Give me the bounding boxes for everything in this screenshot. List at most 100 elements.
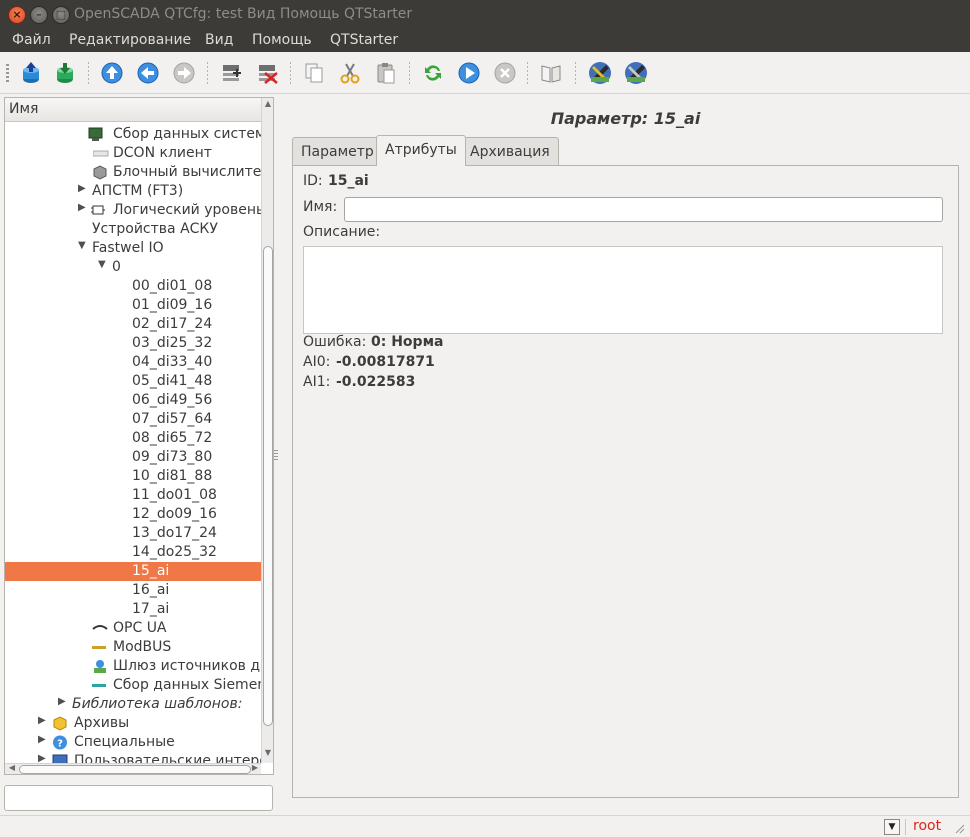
tree-item-controller-0[interactable]: ▼ 0: [5, 258, 261, 277]
menu-bar: Файл Редактирование Вид Помощь QTStarter: [0, 30, 970, 52]
resize-grip-icon[interactable]: [953, 819, 965, 835]
window-close-button[interactable]: ×: [8, 6, 26, 24]
tree-item-param[interactable]: 16_ai: [5, 581, 261, 600]
tool-2-button[interactable]: [623, 60, 649, 86]
status-dropdown-button[interactable]: ▼: [884, 819, 900, 835]
tree-item-gateway[interactable]: Шлюз источников да: [5, 657, 261, 676]
tree-item-param[interactable]: 07_di57_64: [5, 410, 261, 429]
window-minimize-button[interactable]: –: [30, 6, 48, 24]
tab-parameter[interactable]: Параметр: [292, 137, 383, 165]
tree-item-specials[interactable]: ▶ ? Специальные: [5, 733, 261, 752]
tree-horizontal-scrollbar[interactable]: ◀ ▶: [5, 763, 261, 774]
tree-item-modbus[interactable]: ModBUS: [5, 638, 261, 657]
manual-button[interactable]: [538, 60, 564, 86]
tab-archiving[interactable]: Архивация: [461, 137, 559, 165]
tree-item-label: Пользовательские интерф: [74, 753, 261, 763]
tree-item-label: Архивы: [74, 715, 130, 731]
tree-item-param[interactable]: 01_di09_16: [5, 296, 261, 315]
tree-item-label: DCON клиент: [113, 145, 212, 161]
tree-item-archives[interactable]: ▶ Архивы: [5, 714, 261, 733]
scroll-left-icon[interactable]: ◀: [6, 763, 18, 772]
tab-attributes[interactable]: Атрибуты: [376, 135, 466, 166]
tree-item-param[interactable]: 00_di01_08: [5, 277, 261, 296]
window-maximize-button[interactable]: □: [52, 6, 70, 24]
tree-item-param[interactable]: 04_di33_40: [5, 353, 261, 372]
tree-item-param[interactable]: 09_di73_80: [5, 448, 261, 467]
error-label: Ошибка:: [303, 334, 367, 350]
tree-item-param[interactable]: 10_di81_88: [5, 467, 261, 486]
tree-item-param[interactable]: 02_di17_24: [5, 315, 261, 334]
minimize-icon: –: [36, 8, 42, 21]
tree-item-param[interactable]: 12_do09_16: [5, 505, 261, 524]
expand-arrow-icon[interactable]: ▶: [38, 715, 46, 726]
db-load-button[interactable]: [18, 60, 44, 86]
expand-arrow-icon[interactable]: ▶: [38, 734, 46, 745]
paste-button[interactable]: [373, 60, 399, 86]
tree-item-param[interactable]: 17_ai: [5, 600, 261, 619]
tree-item-opc-ua[interactable]: OPC UA: [5, 619, 261, 638]
menu-help[interactable]: Помощь: [252, 32, 312, 48]
description-field[interactable]: [303, 246, 943, 334]
status-user[interactable]: root: [913, 818, 941, 834]
menu-view[interactable]: Вид: [205, 32, 233, 48]
expand-arrow-icon[interactable]: ▶: [58, 696, 66, 707]
tree-item-param[interactable]: 03_di25_32: [5, 334, 261, 353]
start-button[interactable]: [456, 60, 482, 86]
tree-item-template-library[interactable]: ▶ Библиотека шаблонов:: [5, 695, 261, 714]
scroll-up-icon[interactable]: ▲: [263, 99, 273, 113]
tree-item-param[interactable]: 06_di49_56: [5, 391, 261, 410]
toolbar-separator: [527, 62, 528, 84]
tree-item-label: АПСТМ (FT3): [92, 183, 184, 199]
tree-item-asku-devices[interactable]: Устройства АСКУ: [5, 220, 261, 239]
scrollbar-thumb[interactable]: [263, 246, 273, 726]
up-button[interactable]: [99, 60, 125, 86]
tree-item-param[interactable]: 13_do17_24: [5, 524, 261, 543]
expand-arrow-icon[interactable]: ▶: [78, 202, 86, 213]
tree-item-dcon-client[interactable]: DCON клиент: [5, 144, 261, 163]
back-button[interactable]: [135, 60, 161, 86]
ai0-label: AI0:: [303, 354, 331, 370]
tree-item-user-interfaces[interactable]: ▶ Пользовательские интерф: [5, 752, 261, 763]
tree-item-param[interactable]: 08_di65_72: [5, 429, 261, 448]
tree-item-label: Специальные: [74, 734, 175, 750]
tree-item-block-calc[interactable]: Блочный вычислител: [5, 163, 261, 182]
expand-arrow-icon[interactable]: ▶: [78, 183, 86, 194]
tree-item-fastwel-io[interactable]: ▼ Fastwel IO: [5, 239, 261, 258]
expand-arrow-icon[interactable]: ▶: [38, 753, 46, 763]
filter-input[interactable]: [4, 785, 273, 811]
menu-file[interactable]: Файл: [12, 32, 51, 48]
scrollbar-thumb[interactable]: [19, 765, 251, 774]
collapse-arrow-icon[interactable]: ▼: [98, 259, 106, 270]
tree-column-header[interactable]: Имя: [5, 98, 261, 122]
back-icon: [137, 62, 159, 84]
item-add-button[interactable]: [218, 60, 244, 86]
tree-item-param-selected[interactable]: 15_ai: [5, 562, 261, 581]
menu-qtstarter[interactable]: QTStarter: [330, 32, 398, 48]
tree-item-siemens[interactable]: Сбор данных Siemens: [5, 676, 261, 695]
gateway-icon: [94, 660, 106, 673]
tree-item-system-daq[interactable]: Сбор данных системы: [5, 125, 261, 144]
tree-item-param[interactable]: 14_do25_32: [5, 543, 261, 562]
scroll-right-icon[interactable]: ▶: [249, 763, 261, 772]
refresh-button[interactable]: [420, 60, 446, 86]
tree-item-logic-level[interactable]: ▶ Логический уровень: [5, 201, 261, 220]
splitter-handle[interactable]: [274, 450, 278, 460]
tree-item-param[interactable]: 11_do01_08: [5, 486, 261, 505]
menu-edit[interactable]: Редактирование: [69, 32, 191, 48]
id-value: 15_ai: [328, 173, 369, 189]
tree-vertical-scrollbar[interactable]: ▲ ▼: [261, 98, 273, 763]
toolbar-separator: [575, 62, 576, 84]
tree-item-param[interactable]: 05_di41_48: [5, 372, 261, 391]
cut-button[interactable]: [337, 60, 363, 86]
forward-button[interactable]: [171, 60, 197, 86]
tree-item-apstm[interactable]: ▶ АПСТМ (FT3): [5, 182, 261, 201]
tool-1-button[interactable]: [587, 60, 613, 86]
item-delete-button[interactable]: [254, 60, 280, 86]
toolbar-grip[interactable]: [6, 64, 9, 82]
name-field[interactable]: [344, 197, 943, 222]
scroll-down-icon[interactable]: ▼: [263, 748, 273, 762]
collapse-arrow-icon[interactable]: ▼: [78, 240, 86, 251]
db-save-button[interactable]: [52, 60, 78, 86]
stop-button[interactable]: [492, 60, 518, 86]
copy-button[interactable]: [301, 60, 327, 86]
